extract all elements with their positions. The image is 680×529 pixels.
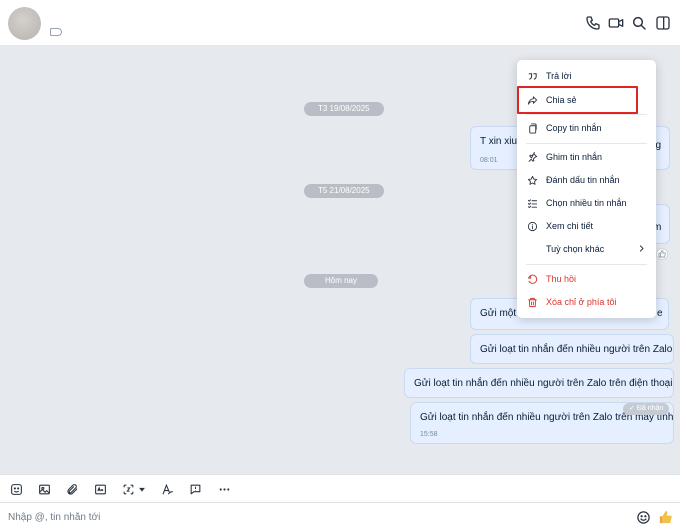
date-separator: Hôm nay bbox=[304, 274, 378, 288]
more-horizontal-icon[interactable] bbox=[217, 482, 231, 496]
copy-icon bbox=[526, 122, 538, 134]
pin-icon bbox=[526, 151, 538, 163]
undo-icon bbox=[526, 273, 538, 285]
message-time: 15:58 bbox=[420, 431, 438, 438]
message-text: Gửi loạt tin nhắn đến nhiều người trên Z… bbox=[480, 344, 673, 355]
checklist-icon bbox=[526, 197, 538, 209]
menu-item-reply[interactable]: Trả lời bbox=[517, 65, 656, 87]
date-separator: T3 19/08/2025 bbox=[304, 102, 384, 116]
check-icon: ✓ bbox=[629, 405, 637, 412]
trash-icon bbox=[526, 296, 538, 308]
attachment-icon[interactable] bbox=[65, 482, 79, 496]
reaction-like-icon[interactable] bbox=[656, 248, 668, 260]
menu-item-copy[interactable]: Copy tin nhắn bbox=[517, 117, 656, 139]
menu-item-more-options[interactable]: Tuỳ chọn khác bbox=[517, 238, 656, 260]
star-icon bbox=[526, 174, 538, 186]
date-separator: T5 21/08/2025 bbox=[304, 184, 384, 198]
menu-item-delete-for-me[interactable]: Xóa chỉ ở phía tôi bbox=[517, 291, 656, 313]
message-text: T xin xiu bbox=[480, 136, 518, 147]
menu-divider bbox=[526, 264, 647, 265]
message-input[interactable] bbox=[8, 509, 218, 525]
menu-item-multi-select[interactable]: Chọn nhiều tin nhắn bbox=[517, 192, 656, 214]
message-text: Gửi một bbox=[480, 308, 517, 319]
quote-icon bbox=[526, 70, 538, 82]
image-icon[interactable] bbox=[37, 482, 51, 496]
message-time: 08:01 bbox=[480, 157, 498, 164]
thumbs-up-icon[interactable] bbox=[657, 509, 673, 525]
message-composer bbox=[0, 502, 680, 529]
search-icon[interactable] bbox=[630, 14, 648, 32]
screenshot-icon[interactable] bbox=[121, 482, 135, 496]
message-bubble[interactable]: Gửi loạt tin nhắn đến nhiều người trên Z… bbox=[470, 334, 674, 364]
delivered-status: ✓ Đã nhận bbox=[623, 403, 670, 415]
info-icon bbox=[526, 220, 538, 232]
business-card-icon[interactable] bbox=[93, 482, 107, 496]
sticker-icon[interactable] bbox=[9, 482, 23, 496]
quick-message-icon[interactable] bbox=[188, 482, 202, 496]
composer-toolbar bbox=[0, 474, 680, 502]
menu-divider bbox=[526, 114, 647, 115]
emoji-icon[interactable] bbox=[635, 509, 651, 525]
menu-item-pin[interactable]: Ghim tin nhắn bbox=[517, 146, 656, 168]
video-call-icon[interactable] bbox=[607, 14, 625, 32]
menu-item-mark[interactable]: Đánh dấu tin nhắn bbox=[517, 169, 656, 191]
chevron-right-icon bbox=[639, 245, 644, 252]
contact-avatar[interactable] bbox=[8, 7, 41, 40]
message-bubble[interactable]: Gửi loạt tin nhắn đến nhiều người trên Z… bbox=[404, 368, 674, 398]
side-panel-icon[interactable] bbox=[654, 14, 672, 32]
message-text: Gửi loạt tin nhắn đến nhiều người trên Z… bbox=[414, 378, 673, 389]
menu-item-details[interactable]: Xem chi tiết bbox=[517, 215, 656, 237]
phone-icon[interactable] bbox=[584, 14, 602, 32]
menu-item-recall[interactable]: Thu hồi bbox=[517, 268, 656, 290]
chevron-down-icon[interactable] bbox=[137, 482, 147, 496]
tag-icon[interactable] bbox=[50, 28, 62, 36]
share-highlight-box bbox=[517, 86, 638, 114]
message-text-end: e bbox=[657, 308, 663, 319]
menu-divider bbox=[526, 143, 647, 144]
text-format-icon[interactable] bbox=[160, 482, 174, 496]
chat-header bbox=[0, 0, 680, 46]
